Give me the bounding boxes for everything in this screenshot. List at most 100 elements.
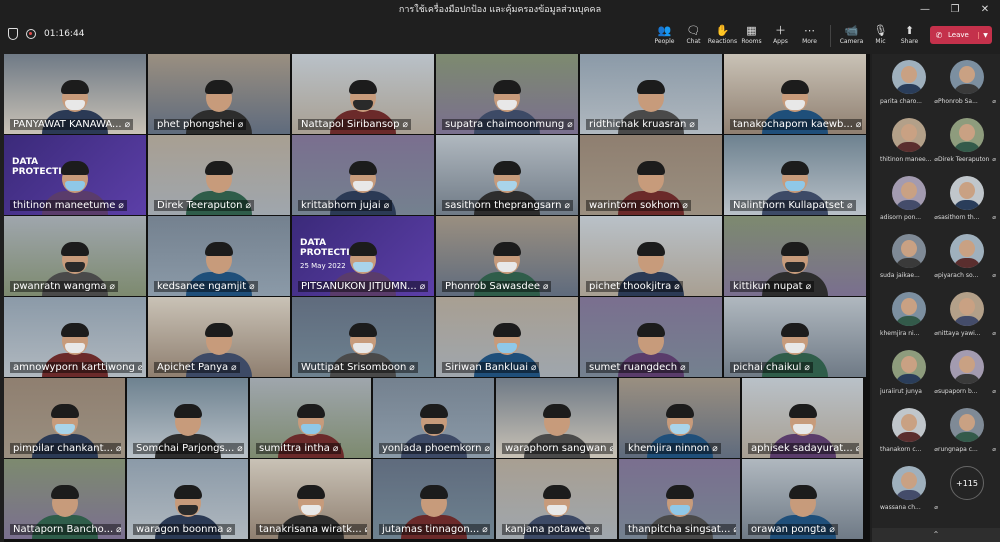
participant-item[interactable]: khemjira ni... ⌀: [880, 292, 938, 344]
participant-name-label: jutamas tinnagon... ⌀: [379, 524, 490, 535]
mic-off-icon: ⌀: [829, 525, 835, 535]
participant-name: pichai chaikul: [733, 362, 802, 373]
participant-name: waragon boonma: [136, 524, 224, 535]
video-tile[interactable]: Phonrob Sawasdee ⌀: [436, 216, 578, 296]
participant-name-label: pimpilar chankant... ⌀: [10, 443, 121, 454]
video-tile[interactable]: aphisek sadayurat... ⌀: [742, 378, 863, 458]
participant-name-label: warintorn sokhom ⌀: [586, 200, 691, 211]
avatar: [892, 292, 926, 326]
video-tile[interactable]: sumet ruangdech ⌀: [580, 297, 722, 377]
video-tile[interactable]: Somchai Parjongs... ⌀: [127, 378, 248, 458]
participant-item[interactable]: juraiirut junya ⌀: [880, 350, 938, 402]
avatar-body: [895, 142, 923, 152]
participant-item[interactable]: nittaya yawi... ⌀: [938, 292, 996, 344]
video-tile[interactable]: warintorn sokhom ⌀: [580, 135, 722, 215]
video-tile[interactable]: tanakrisana wiratk...⌀: [250, 459, 371, 539]
participant-name: sumittra intha: [259, 443, 330, 454]
video-tile[interactable]: Nattapol Siribansop ⌀: [292, 54, 434, 134]
video-tile[interactable]: PANYAWAT KANAWA... ⌀: [4, 54, 146, 134]
mic-button[interactable]: 🎙 Mic: [866, 23, 895, 45]
toolbar-actions: 👥 People 🗨 Chat ✋ Reactions ▦ Rooms ＋ Apps ⋯ M…: [650, 23, 992, 49]
camera-button[interactable]: 📹 Camera: [837, 23, 866, 45]
video-tile[interactable]: khemjira ninnon ⌀: [619, 378, 740, 458]
chevron-down-icon[interactable]: ▼: [978, 31, 992, 39]
video-tile[interactable]: jutamas tinnagon... ⌀: [373, 459, 494, 539]
participant-item[interactable]: rungnapa c... ⌀: [938, 408, 996, 460]
participant-name: tanakochaporn kaewb...: [733, 119, 853, 130]
maximize-icon[interactable]: ❐: [940, 0, 970, 20]
participants-panel: parita charo... ⌀ Phonrob Sa... ⌀ thitinon m…: [872, 54, 1000, 542]
chevron-up-icon[interactable]: ⌃: [872, 528, 1000, 542]
face-mask: [177, 505, 198, 515]
video-tile[interactable]: supatra chaimoonmung ⌀: [436, 54, 578, 134]
video-tile[interactable]: Siriwan Bankluai ⌀: [436, 297, 578, 377]
video-tile[interactable]: waragon boonma ⌀: [127, 459, 248, 539]
video-tile[interactable]: Nattaporn Bancho... ⌀: [4, 459, 125, 539]
share-button[interactable]: ⬆ Share: [895, 23, 924, 45]
mic-off-icon: ⌀: [593, 525, 600, 535]
reactions-button[interactable]: ✋ Reactions: [708, 23, 737, 45]
leave-button[interactable]: ✆ Leave ▼: [930, 26, 992, 44]
apps-button[interactable]: ＋ Apps: [766, 23, 795, 45]
participant-item[interactable]: piyarach so... ⌀: [938, 234, 996, 286]
video-tile[interactable]: kanjana potawee ⌀: [496, 459, 617, 539]
video-tile[interactable]: DATA PROTECTION thitinon maneetume ⌀: [4, 135, 146, 215]
video-tile[interactable]: sasithorn theprangsarn ⌀: [436, 135, 578, 215]
participant-item[interactable]: Phonrob Sa... ⌀: [938, 60, 996, 112]
video-tile[interactable]: phet phongshei ⌀: [148, 54, 290, 134]
video-tile[interactable]: pimpilar chankant... ⌀: [4, 378, 125, 458]
face-mask: [497, 262, 517, 272]
participant-item[interactable]: Direk Teeraputon ⌀: [938, 118, 996, 170]
video-tile[interactable]: pichet thookjitra ⌀: [580, 216, 722, 296]
video-tile[interactable]: ridthichak kruasran ⌀: [580, 54, 722, 134]
video-tile[interactable]: pwanratn wangma ⌀: [4, 216, 146, 296]
video-tile[interactable]: thanpitcha singsat...⌀: [619, 459, 740, 539]
people-button[interactable]: 👥 People: [650, 23, 679, 45]
participant-name-label: Nattapol Siribansop ⌀: [298, 119, 411, 130]
video-tile[interactable]: Direk Teeraputon ⌀: [148, 135, 290, 215]
mic-off-icon: ⌀: [805, 282, 812, 292]
video-tile[interactable]: Apichet Panya ⌀: [148, 297, 290, 377]
close-icon[interactable]: ✕: [970, 0, 1000, 20]
participant-item[interactable]: wassana ch... ⌀: [880, 466, 938, 518]
participant-item[interactable]: thitinon manee... ⌀: [880, 118, 938, 170]
participant-item[interactable]: suda jaikae... ⌀: [880, 234, 938, 286]
participant-name-label: waraphorn sangwan ⌀: [502, 443, 613, 454]
video-tile[interactable]: DATA PROTECTION 25 May 2022 PITSANUKON JIT…: [292, 216, 434, 296]
participant-video-hair: [419, 485, 448, 499]
more-button[interactable]: ⋯ More: [795, 23, 824, 45]
participant-name: Nattapol Siribansop: [301, 119, 400, 130]
video-tile[interactable]: waraphorn sangwan ⌀: [496, 378, 617, 458]
avatar: [892, 118, 926, 152]
minimize-icon[interactable]: —: [910, 0, 940, 20]
video-tile[interactable]: orawan pongta ⌀: [742, 459, 863, 539]
video-tile[interactable]: Nalinthorn Kullapatset ⌀: [724, 135, 866, 215]
face-mask: [785, 262, 805, 272]
participant-item[interactable]: adisorn pon... ⌀: [880, 176, 938, 228]
video-tile[interactable]: pichai chaikul ⌀: [724, 297, 866, 377]
participant-name-label: thanpitcha singsat...⌀: [625, 524, 736, 535]
video-tile[interactable]: Wuttipat Srisomboon ⌀: [292, 297, 434, 377]
participant-name-label: thitinon maneetume ⌀: [10, 200, 127, 211]
video-tile[interactable]: yonlada phoemkorn ⌀: [373, 378, 494, 458]
participant-item[interactable]: supaporn b... ⌀: [938, 350, 996, 402]
face-mask: [785, 343, 805, 353]
video-tile[interactable]: krittabhorn jujai ⌀: [292, 135, 434, 215]
rooms-button[interactable]: ▦ Rooms: [737, 23, 766, 45]
video-tile[interactable]: kedsanee ngamjit ⌀: [148, 216, 290, 296]
participant-video-hair: [173, 485, 202, 499]
avatar-face: [959, 298, 975, 315]
participant-item[interactable]: sasithorn th... ⌀: [938, 176, 996, 228]
video-tile[interactable]: sumittra intha ⌀: [250, 378, 371, 458]
more-participants-button[interactable]: +115: [938, 466, 996, 518]
mic-off-icon: ⌀: [543, 282, 549, 292]
participant-item[interactable]: parita charo... ⌀: [880, 60, 938, 112]
avatar-face: [901, 298, 917, 315]
video-tile[interactable]: amnowyporn karttiwong ⌀: [4, 297, 146, 377]
video-tile[interactable]: kittikun nupat ⌀: [724, 216, 866, 296]
shield-icon[interactable]: [8, 28, 18, 40]
participant-item[interactable]: thanakorn c... ⌀: [880, 408, 938, 460]
video-tile[interactable]: tanakochaporn kaewb... ⌀: [724, 54, 866, 134]
chat-button[interactable]: 🗨 Chat: [679, 23, 708, 45]
participant-name: ridthichak kruasran: [589, 119, 687, 130]
